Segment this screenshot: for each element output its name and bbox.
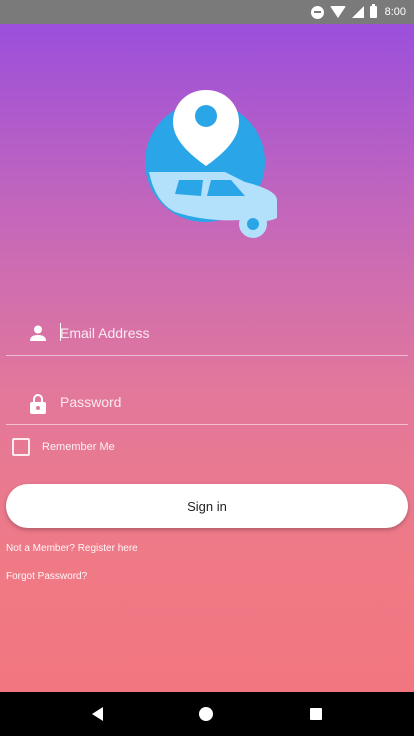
remember-me-label: Remember Me bbox=[42, 441, 115, 453]
battery-icon bbox=[369, 4, 377, 18]
map-pin-with-car-icon bbox=[145, 90, 277, 238]
lock-icon bbox=[30, 394, 46, 414]
email-placeholder: Email Address bbox=[60, 325, 150, 341]
sign-in-button[interactable]: Sign in bbox=[6, 484, 408, 528]
login-screen: Email Address Password Remember Me Sign … bbox=[0, 24, 414, 692]
status-time: 8:00 bbox=[384, 6, 406, 18]
remember-me-checkbox[interactable] bbox=[12, 438, 30, 456]
navigation-bar bbox=[0, 692, 414, 736]
back-icon[interactable] bbox=[92, 707, 104, 721]
forgot-password-link[interactable]: Forgot Password? bbox=[6, 571, 87, 582]
email-field[interactable]: Email Address bbox=[6, 306, 408, 356]
wifi-icon bbox=[329, 6, 346, 18]
status-bar: 8:00 bbox=[0, 0, 414, 24]
signal-icon bbox=[351, 6, 364, 18]
password-placeholder: Password bbox=[60, 394, 122, 410]
person-icon bbox=[30, 325, 46, 341]
recents-icon[interactable] bbox=[309, 708, 322, 720]
do-not-disturb-icon bbox=[310, 5, 324, 19]
remember-me[interactable]: Remember Me bbox=[12, 438, 115, 456]
password-field[interactable]: Password bbox=[6, 375, 408, 425]
register-link[interactable]: Not a Member? Register here bbox=[6, 543, 138, 554]
home-icon[interactable] bbox=[199, 707, 214, 721]
